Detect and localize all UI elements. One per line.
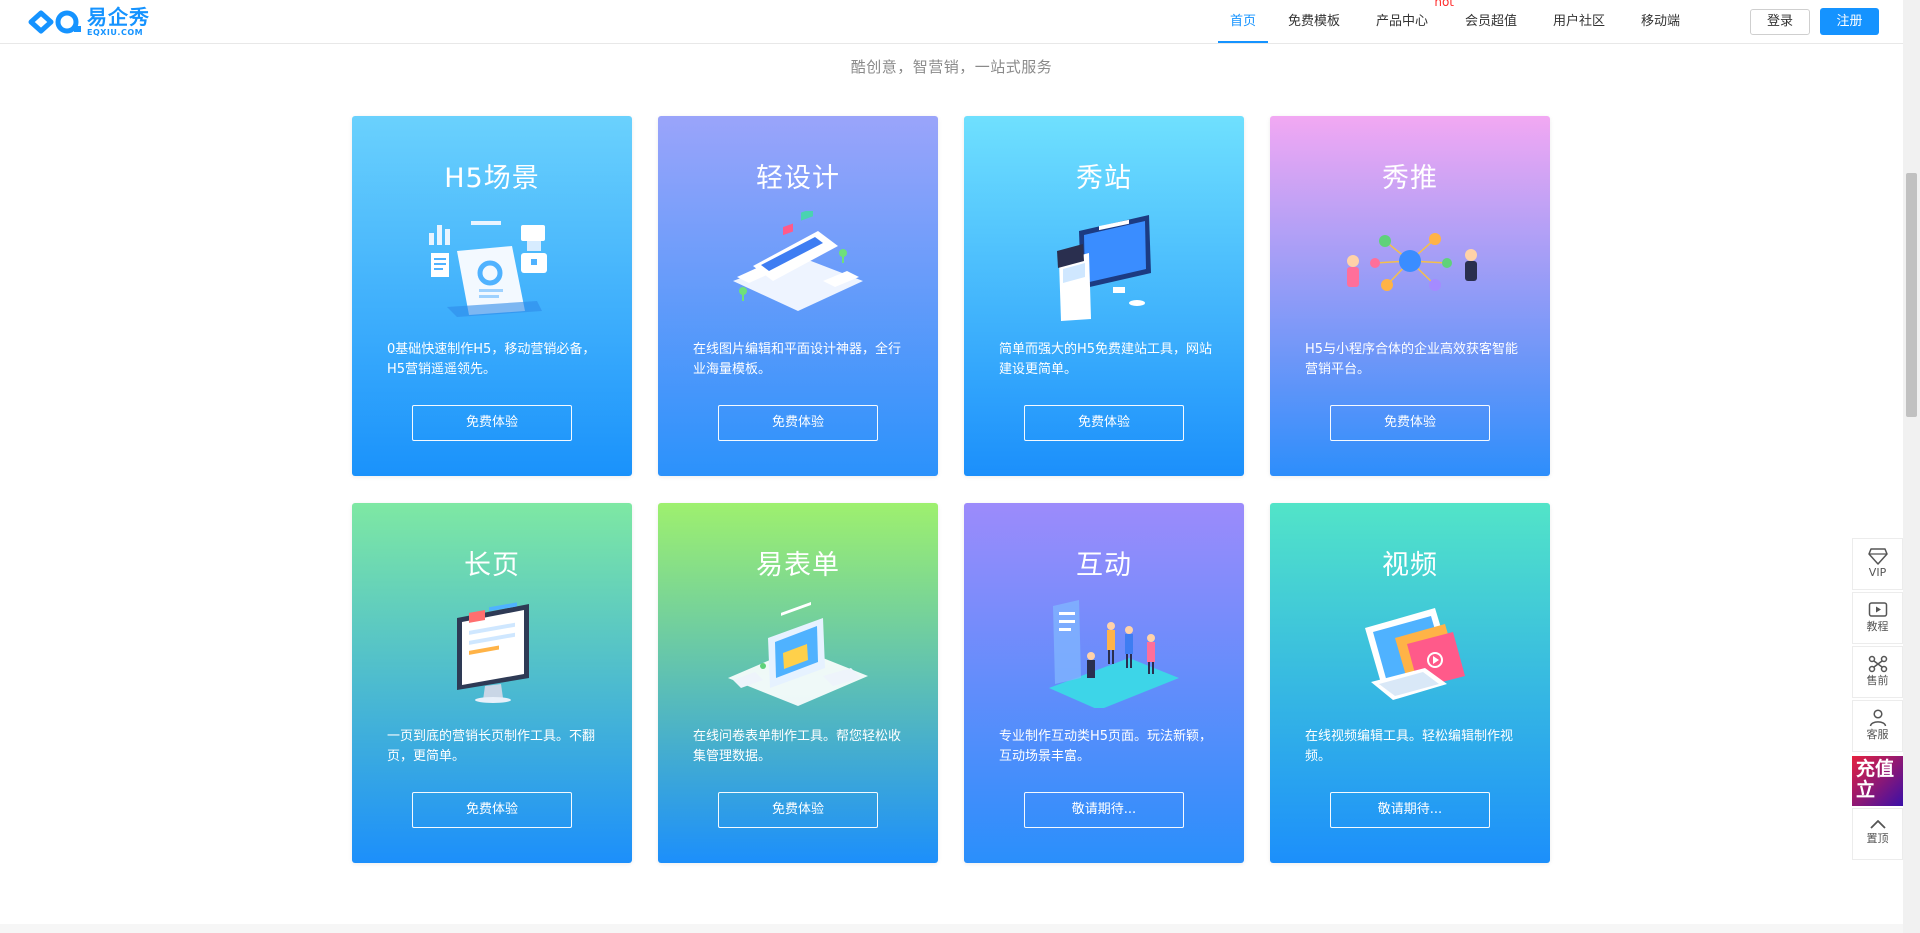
- card-description: 专业制作互动类H5页面。玩法新颖，互动场景丰富。: [999, 729, 1213, 764]
- hot-badge: hot: [1434, 0, 1455, 9]
- vip-label: VIP: [1868, 566, 1887, 579]
- nav-item-mobile[interactable]: 移动端: [1641, 0, 1680, 43]
- video-illustration-icon: [1365, 608, 1465, 700]
- h5-scene-illustration-icon: [429, 221, 547, 317]
- marketing-network-illustration-icon: [1347, 233, 1477, 291]
- tutorial-float-button[interactable]: 教程: [1852, 592, 1903, 644]
- card-title: 易表单: [756, 550, 840, 581]
- logo-chinese-text: 易企秀: [87, 5, 150, 29]
- try-free-button[interactable]: 免费体验: [718, 405, 878, 441]
- video-play-icon: [1868, 602, 1887, 617]
- logo-infinity-icon: [28, 10, 81, 34]
- light-design-illustration-icon: [733, 211, 863, 311]
- presale-float-button[interactable]: 售前: [1852, 646, 1903, 698]
- card-title: 长页: [464, 550, 520, 581]
- service-label: 客服: [1866, 728, 1889, 741]
- long-page-illustration-icon: [457, 602, 529, 703]
- register-button[interactable]: 注册: [1820, 8, 1879, 35]
- bottom-divider: [0, 924, 1903, 933]
- nav-item-home[interactable]: 首页: [1218, 0, 1268, 43]
- card-title: H5场景: [444, 163, 540, 194]
- top-header: 易企秀 EQXIU.COM 首页 免费模板 产品中心 hot 会员超值 用户社区…: [0, 0, 1903, 44]
- product-card-long-page[interactable]: 长页 一页到底的营销长页制作工具。不翻页，更简单。 免费体验: [352, 503, 632, 863]
- card-title: 秀推: [1382, 163, 1438, 194]
- try-free-button[interactable]: 免费体验: [412, 792, 572, 828]
- card-description: 在线问卷表单制作工具。帮您轻松收集管理数据。: [693, 729, 902, 764]
- nav-item-product-center[interactable]: 产品中心 hot: [1376, 0, 1454, 43]
- back-to-top-button[interactable]: 置顶: [1852, 808, 1903, 860]
- nav-item-free-templates[interactable]: 免费模板: [1288, 0, 1340, 43]
- coming-soon-button[interactable]: 敬请期待...: [1330, 792, 1490, 828]
- nav-item-membership[interactable]: 会员超值: [1465, 0, 1517, 43]
- customer-service-float-button[interactable]: 客服: [1852, 700, 1903, 752]
- card-title: 互动: [1076, 550, 1132, 581]
- chevron-up-icon: [1869, 820, 1886, 829]
- product-card-h5[interactable]: H5场景 0基础快速制作H5，移动营销必备，H5营销遥遥领先。 免费体验: [352, 116, 632, 476]
- tutorial-label: 教程: [1866, 620, 1889, 633]
- logo-english-text: EQXIU.COM: [87, 28, 144, 37]
- card-title: 视频: [1382, 550, 1438, 581]
- card-title: 秀站: [1076, 163, 1132, 194]
- card-title: 轻设计: [756, 163, 840, 194]
- coming-soon-button[interactable]: 敬请期待...: [1024, 792, 1184, 828]
- product-card-xiutui[interactable]: 秀推 H5与小程序合体的企业高效获客智能营销平台。 免费体验: [1270, 116, 1550, 476]
- product-card-interactive[interactable]: 互动 专业制作互动类H5页面。玩法新颖，互动场景丰富。 敬请期待...: [964, 503, 1244, 863]
- nav-item-community[interactable]: 用户社区: [1553, 0, 1605, 43]
- product-card-form[interactable]: 易表单 在线问卷表单制作工具。帮您轻松收集管理数据。 免费体验: [658, 503, 938, 863]
- eqxiu-logo[interactable]: 易企秀 EQXIU.COM: [27, 7, 150, 37]
- scrollbar-thumb[interactable]: [1906, 173, 1917, 417]
- card-description: 简单而强大的H5免费建站工具，网站建设更简单。: [999, 342, 1213, 377]
- presale-link-icon: [1868, 655, 1887, 673]
- login-button[interactable]: 登录: [1750, 9, 1810, 35]
- section-slogan: 酷创意，智营销，一站式服务: [850, 58, 1053, 76]
- product-card-light-design[interactable]: 轻设计 在线图片编辑和平面设计神器，全行业海量模板。 免费体验: [658, 116, 938, 476]
- nav-item-product-center-label: 产品中心: [1376, 14, 1429, 29]
- diamond-icon: [1867, 548, 1888, 565]
- presale-label: 售前: [1866, 674, 1889, 687]
- page-scrollbar[interactable]: [1903, 0, 1920, 933]
- card-description: 0基础快速制作H5，移动营销必备，H5营销遥遥领先。: [387, 342, 596, 377]
- card-description: H5与小程序合体的企业高效获客智能营销平台。: [1305, 342, 1519, 377]
- product-card-xiuzhan[interactable]: 秀站 简单而强大的H5免费建站工具，网站建设更简单。 免费体验: [964, 116, 1244, 476]
- card-description: 一页到底的营销长页制作工具。不翻页，更简单。: [387, 729, 596, 764]
- vip-float-button[interactable]: VIP: [1852, 538, 1903, 590]
- card-description: 在线视频编辑工具。轻松编辑制作视频。: [1305, 729, 1514, 764]
- interactive-illustration-icon: [1049, 600, 1179, 708]
- site-builder-illustration-icon: [1057, 215, 1151, 321]
- product-card-video[interactable]: 视频 在线视频编辑工具。轻松编辑制作视频。 敬请期待...: [1270, 503, 1550, 863]
- recharge-promo-button[interactable]: 充值立: [1852, 756, 1903, 806]
- user-icon: [1869, 709, 1886, 727]
- try-free-button[interactable]: 免费体验: [718, 792, 878, 828]
- try-free-button[interactable]: 免费体验: [1330, 405, 1490, 441]
- try-free-button[interactable]: 免费体验: [1024, 405, 1184, 441]
- try-free-button[interactable]: 免费体验: [412, 405, 572, 441]
- top-label: 置顶: [1866, 832, 1889, 845]
- card-description: 在线图片编辑和平面设计神器，全行业海量模板。: [693, 342, 902, 377]
- form-illustration-icon: [728, 601, 868, 706]
